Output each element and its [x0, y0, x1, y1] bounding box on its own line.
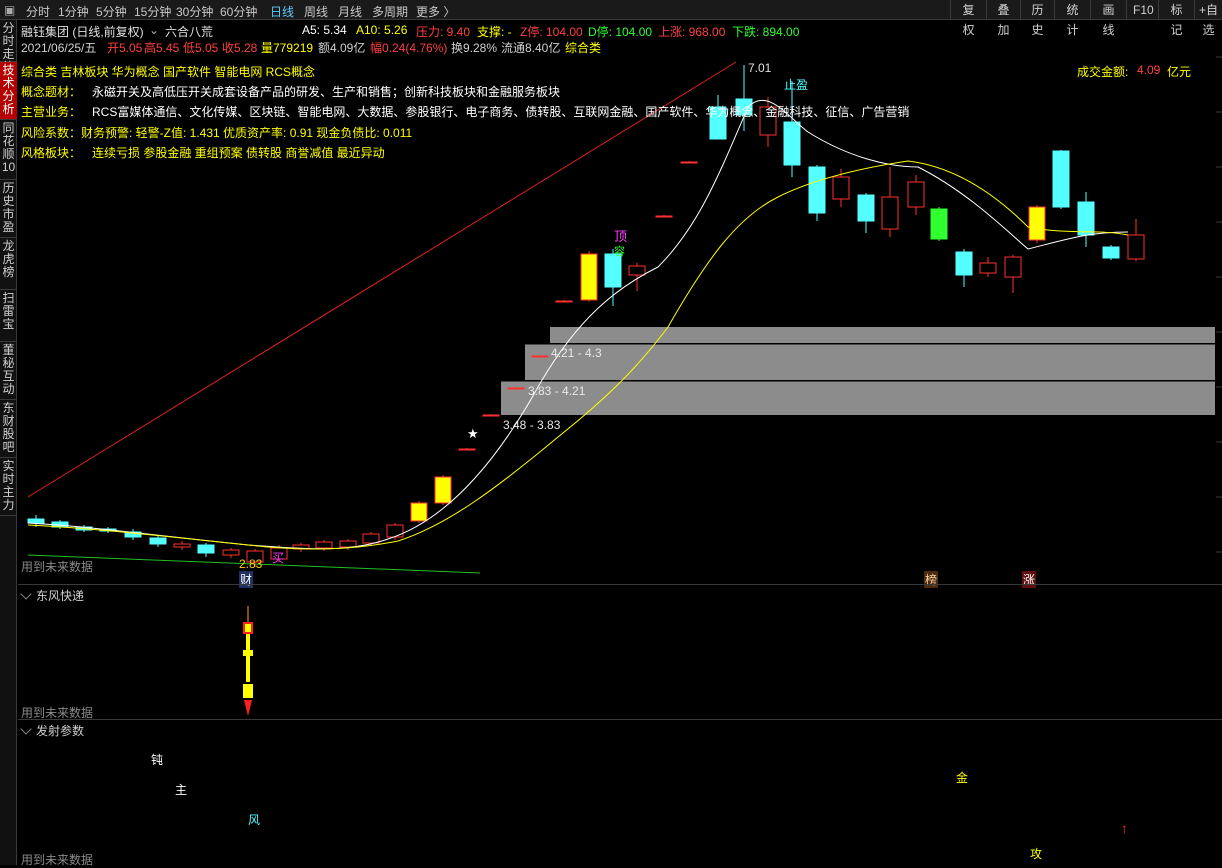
collapse-chevron-icon[interactable] — [20, 588, 32, 600]
candle-body — [808, 166, 826, 214]
candle-body — [197, 544, 215, 554]
concept-text: 永磁开关及高低压开关成套设备产品的研发、生产和销售；创新科技板块和金融服务板块 — [92, 85, 561, 99]
up-arrow-icon: ↑ — [1121, 820, 1128, 836]
candle-body — [857, 194, 875, 222]
panel-toggle-icon[interactable]: ▣ — [4, 3, 15, 17]
business-text: RCS富媒体通信、文化传媒、区块链、智能电网、大数据、参股银行、电子商务、债转股… — [92, 105, 910, 119]
future-data-note-1: 用到未来数据 — [21, 560, 94, 574]
candle-body — [339, 540, 357, 548]
side-tab-guba[interactable]: 东财股吧 — [0, 400, 17, 458]
candle-body — [27, 518, 45, 524]
candle-body — [531, 355, 549, 358]
candle-body — [410, 502, 428, 522]
zone-label-1: 4.21 - 4.3 — [551, 346, 602, 360]
style-label: 风格板块： — [21, 146, 82, 160]
candle-body — [386, 524, 404, 538]
low-price-tag: 2.83 — [239, 557, 263, 571]
side-tab-main-force[interactable]: 实时主力 — [0, 458, 17, 516]
side-tab-minesweeper[interactable]: 扫雷宝 — [0, 290, 17, 342]
support-zone-2 — [525, 344, 1215, 380]
amount-value: 4.09 — [1137, 63, 1161, 77]
candle-body — [315, 541, 333, 549]
signal-jin: 金 — [956, 771, 969, 785]
candle-body — [173, 543, 191, 548]
top-signal: 顶 — [614, 229, 627, 244]
candle-body — [555, 300, 573, 303]
concept-label: 概念题材： — [21, 85, 82, 99]
candle-body — [1028, 206, 1046, 241]
candle-body — [1077, 201, 1095, 236]
candle-body — [434, 476, 452, 504]
side-tab-pe-history[interactable]: 历史市盈 — [0, 180, 17, 238]
candle-body — [362, 533, 380, 544]
future-data-note-3: 用到未来数据 — [21, 853, 94, 867]
candle-body — [930, 208, 948, 240]
signal-gong: 攻 — [1030, 847, 1043, 861]
candle-body — [580, 253, 598, 301]
candle-body — [628, 265, 646, 276]
amount-label: 成交金额: — [1077, 65, 1129, 79]
candle-body — [955, 251, 973, 276]
side-tabs: 分时走势 技术分析 同花顺10 历史市盈 龙虎榜 扫雷宝 董秘互动 东财股吧 实… — [0, 20, 17, 865]
side-tab-secretary[interactable]: 董秘互动 — [0, 342, 17, 400]
candle-body — [783, 121, 801, 166]
support-zone-1 — [550, 327, 1215, 343]
candle-body — [881, 196, 899, 230]
collapse-chevron-icon[interactable] — [20, 723, 32, 735]
peak-price: 7.01 — [748, 61, 772, 75]
business-label: 主营业务： — [21, 105, 82, 119]
candle-body — [1052, 150, 1070, 208]
ma-white-line — [27, 99, 1129, 550]
panel-launch-header[interactable]: 发射参数 — [18, 719, 1222, 738]
zone-label-2: 3.83 - 4.21 — [528, 384, 586, 398]
top-signal-2: 容 — [614, 244, 625, 258]
candle-body — [1004, 256, 1022, 278]
candle-body — [1102, 246, 1120, 259]
buy-signal: 买 — [272, 551, 284, 565]
candle-body — [907, 181, 925, 208]
signal-dun: 钝 — [151, 753, 164, 767]
take-profit-signal: 止盈 — [784, 78, 808, 92]
rocket-indicator — [243, 606, 253, 716]
star-marker: ★ — [467, 426, 479, 441]
side-tab-ths10[interactable]: 同花顺10 — [0, 120, 17, 180]
panel-dongfeng-title: 东风快递 — [36, 589, 85, 603]
candle-body — [507, 387, 525, 390]
risk-text: 风险系数：财务预警: 轻警-Z值: 1.431 优质资产率: 0.91 现金负债… — [21, 126, 413, 140]
candle-body — [979, 262, 997, 274]
candle-body — [482, 414, 500, 417]
signal-zhu: 主 — [175, 783, 188, 797]
candle-body — [680, 161, 698, 164]
amount-unit: 亿元 — [1167, 65, 1192, 79]
candle-body — [1127, 234, 1145, 260]
candle-body — [458, 448, 476, 451]
candle-body — [832, 176, 850, 200]
side-tab-tech-analysis[interactable]: 技术分析 — [0, 62, 17, 120]
signal-feng: 风 — [248, 813, 261, 827]
side-tab-dragon-tiger[interactable]: 龙虎榜 — [0, 238, 17, 290]
candle-body — [222, 549, 240, 556]
candle-body — [655, 215, 673, 218]
panel-dongfeng-header[interactable]: 东风快递 — [18, 584, 1222, 603]
sector-tags[interactable]: 综合类 吉林板块 华为概念 国产软件 智能电网 RCS概念 — [21, 63, 315, 80]
panel-launch-title: 发射参数 — [36, 724, 85, 738]
style-text: 连续亏损 参股金融 重组预案 债转股 商誉减值 最近异动 — [92, 146, 385, 160]
support-zone-3 — [501, 381, 1215, 415]
candle-body — [604, 253, 622, 288]
side-tab-intraday[interactable]: 分时走势 — [0, 20, 17, 74]
candle-body — [149, 537, 167, 545]
